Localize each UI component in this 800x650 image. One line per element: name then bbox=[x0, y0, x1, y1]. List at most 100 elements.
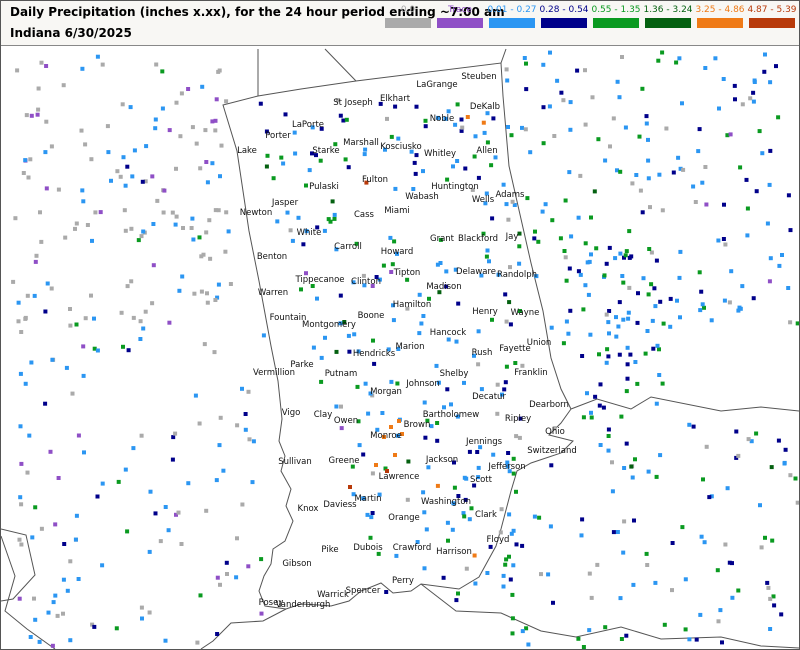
station-marker bbox=[446, 337, 451, 342]
station-marker bbox=[491, 452, 496, 457]
station-marker bbox=[449, 402, 453, 407]
station-marker bbox=[49, 286, 54, 291]
station-marker bbox=[636, 291, 640, 296]
station-marker bbox=[514, 542, 519, 547]
station-marker bbox=[178, 134, 183, 139]
station-marker bbox=[83, 316, 88, 321]
station-marker bbox=[141, 229, 146, 234]
station-marker bbox=[205, 180, 210, 185]
station-marker bbox=[151, 222, 156, 226]
station-marker bbox=[92, 316, 96, 321]
station-marker bbox=[332, 212, 337, 217]
station-marker bbox=[626, 316, 631, 321]
station-marker bbox=[275, 219, 280, 224]
station-marker bbox=[190, 125, 195, 130]
county-label: Johnson bbox=[405, 379, 440, 389]
station-marker bbox=[363, 147, 368, 152]
station-marker bbox=[397, 419, 401, 423]
station-marker bbox=[589, 415, 594, 420]
station-marker bbox=[129, 226, 134, 231]
station-marker bbox=[680, 101, 684, 106]
station-marker bbox=[334, 349, 339, 354]
station-marker bbox=[631, 582, 636, 587]
station-marker bbox=[618, 169, 623, 174]
station-marker bbox=[547, 104, 552, 109]
station-marker bbox=[668, 324, 673, 329]
station-marker bbox=[163, 638, 168, 643]
station-marker bbox=[299, 287, 303, 292]
station-marker bbox=[46, 610, 51, 615]
station-marker bbox=[23, 381, 28, 386]
station-marker bbox=[435, 438, 440, 443]
station-marker bbox=[583, 122, 588, 127]
station-marker bbox=[92, 624, 97, 629]
station-marker bbox=[668, 296, 673, 301]
station-marker bbox=[434, 363, 439, 368]
station-marker bbox=[736, 588, 741, 593]
station-marker bbox=[561, 98, 566, 103]
station-marker bbox=[348, 485, 352, 489]
station-marker bbox=[11, 279, 16, 284]
station-marker bbox=[654, 401, 659, 406]
station-marker bbox=[723, 542, 728, 547]
station-marker bbox=[114, 626, 119, 631]
station-marker bbox=[601, 405, 606, 410]
station-marker bbox=[323, 335, 327, 340]
station-marker bbox=[768, 596, 773, 601]
station-marker bbox=[746, 437, 751, 442]
station-marker bbox=[675, 298, 679, 303]
station-marker bbox=[648, 205, 652, 210]
station-marker bbox=[65, 588, 70, 593]
station-marker bbox=[754, 431, 759, 436]
station-marker bbox=[163, 505, 168, 509]
station-marker bbox=[641, 276, 646, 281]
county-label: Spencer bbox=[346, 586, 381, 596]
station-marker bbox=[393, 186, 398, 191]
station-marker bbox=[144, 144, 149, 149]
station-marker bbox=[704, 444, 709, 449]
station-marker bbox=[563, 255, 568, 260]
station-marker bbox=[106, 150, 111, 155]
station-marker bbox=[18, 371, 23, 376]
station-marker bbox=[265, 153, 270, 158]
county-label: Perry bbox=[392, 576, 414, 586]
station-marker bbox=[629, 464, 634, 469]
station-marker bbox=[115, 169, 120, 174]
station-marker bbox=[218, 174, 222, 179]
station-marker bbox=[218, 582, 222, 587]
station-marker bbox=[671, 170, 676, 175]
station-marker bbox=[760, 151, 765, 156]
station-marker bbox=[155, 198, 160, 203]
station-marker bbox=[23, 316, 28, 321]
station-marker bbox=[89, 157, 94, 162]
station-marker bbox=[445, 520, 450, 525]
county-label: Dearborn bbox=[529, 400, 569, 410]
precip-legend: 0.0 Trace 0.01 - 0.27 0.28 - 0.54 0.55 - 1.3… bbox=[381, 4, 797, 42]
station-marker bbox=[511, 456, 516, 461]
station-marker bbox=[53, 593, 58, 598]
county-label: Monroe bbox=[370, 431, 402, 441]
station-marker bbox=[769, 465, 774, 470]
station-marker bbox=[352, 332, 357, 337]
county-label: St Joseph bbox=[333, 98, 373, 108]
station-marker bbox=[793, 476, 798, 481]
county-label: Whitley bbox=[424, 149, 456, 159]
station-marker bbox=[649, 282, 654, 287]
station-marker bbox=[34, 253, 39, 258]
station-marker bbox=[683, 577, 688, 582]
station-marker bbox=[446, 538, 450, 543]
station-marker bbox=[83, 142, 88, 147]
station-marker bbox=[700, 180, 705, 185]
station-marker bbox=[395, 381, 400, 386]
station-marker bbox=[197, 235, 202, 240]
station-marker bbox=[381, 263, 386, 268]
station-marker bbox=[606, 354, 611, 359]
station-marker bbox=[508, 265, 512, 270]
station-marker bbox=[125, 284, 130, 289]
station-marker bbox=[389, 270, 394, 274]
station-marker bbox=[658, 299, 663, 304]
station-marker bbox=[463, 166, 468, 171]
legend-item: 1.36 - 3.24 bbox=[641, 4, 695, 28]
station-marker bbox=[634, 173, 639, 177]
station-marker bbox=[525, 196, 530, 201]
